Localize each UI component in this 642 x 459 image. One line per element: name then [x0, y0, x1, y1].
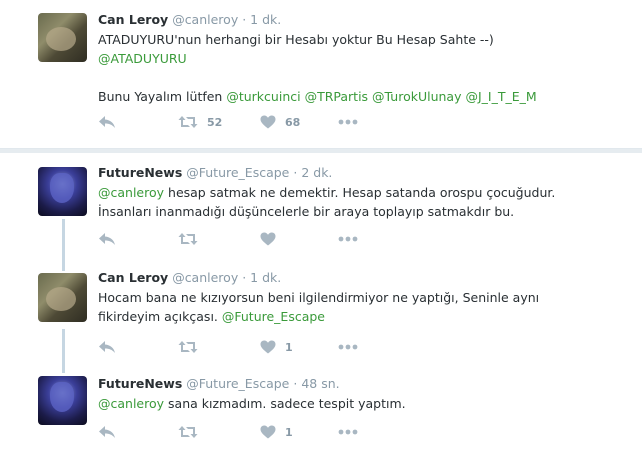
tweet-text-line: Bunu Yayalım lütfen — [98, 89, 223, 104]
more-button[interactable] — [338, 424, 358, 440]
more-button[interactable] — [338, 339, 358, 355]
mention-link[interactable]: @TRPartis — [305, 89, 368, 104]
like-button[interactable]: 68 — [260, 114, 300, 130]
like-icon — [260, 340, 276, 354]
retweet-button[interactable]: 52 — [178, 114, 222, 130]
reply-button[interactable] — [98, 231, 116, 247]
tweet-header: Can Leroy @canleroy · 1 dk. — [98, 270, 622, 286]
timestamp[interactable]: 48 sn. — [301, 376, 339, 391]
separator-dot: · — [242, 270, 247, 285]
tweet-text: @canleroy hesap satmak ne demektir. Hesa… — [98, 183, 622, 221]
conversation-card: FutureNews @Future_Escape · 2 dk. @canle… — [0, 153, 642, 459]
mention-link[interactable]: @Future_Escape — [222, 309, 325, 324]
thread-line — [62, 329, 65, 373]
retweet-button[interactable] — [178, 424, 198, 440]
more-icon — [338, 429, 358, 435]
mention-link[interactable]: @ATADUYURU — [98, 51, 187, 66]
retweet-icon — [178, 426, 198, 438]
tweet-text: Hocam bana ne kızıyorsun beni ilgilendir… — [98, 288, 622, 326]
tweet-text-line: Hocam bana ne kızıyorsun beni ilgilendir… — [98, 290, 540, 305]
tweet-text-line: hesap satmak ne demektir. Hesap satanda … — [168, 185, 556, 200]
mention-link[interactable]: @TurokUlunay — [372, 89, 461, 104]
display-name[interactable]: FutureNews — [98, 165, 182, 180]
more-button[interactable] — [338, 114, 358, 130]
retweet-icon — [178, 341, 198, 353]
reply-button[interactable] — [98, 339, 116, 355]
avatar[interactable] — [38, 273, 87, 322]
timestamp[interactable]: 1 dk. — [250, 12, 281, 27]
like-count: 1 — [285, 340, 293, 354]
like-count: 68 — [285, 115, 301, 129]
like-button[interactable]: 1 — [260, 339, 293, 355]
tweet-text: @canleroy sana kızmadım. sadece tespit y… — [98, 394, 622, 413]
retweet-count: 52 — [207, 115, 223, 129]
tweet-header: FutureNews @Future_Escape · 48 sn. — [98, 376, 622, 392]
reply-button[interactable] — [98, 114, 116, 130]
tweet-text-line: İnsanları inanmadığı düşüncelerle bir ar… — [98, 204, 515, 219]
more-icon — [338, 119, 358, 125]
like-icon — [260, 232, 276, 246]
timestamp[interactable]: 1 dk. — [250, 270, 281, 285]
avatar[interactable] — [38, 13, 87, 62]
timestamp[interactable]: 2 dk. — [301, 165, 332, 180]
tweet-text-line: ATADUYURU'nun herhangi bir Hesabı yoktur… — [98, 32, 494, 47]
like-icon — [260, 115, 276, 129]
retweet-icon — [178, 116, 198, 128]
tweet-text-line: fikirdeyim açıkçası. — [98, 309, 218, 324]
reply-icon — [99, 116, 115, 128]
mention-link[interactable]: @canleroy — [98, 185, 164, 200]
retweet-button[interactable] — [178, 339, 198, 355]
display-name[interactable]: Can Leroy — [98, 12, 168, 27]
mention-link[interactable]: @J_I_T_E_M — [465, 89, 536, 104]
separator-dot: · — [293, 376, 298, 391]
tweet-card-1: Can Leroy @canleroy · 1 dk. ATADUYURU'nu… — [0, 0, 642, 149]
like-count: 1 — [285, 425, 293, 439]
tweet-header: FutureNews @Future_Escape · 2 dk. — [98, 165, 622, 181]
separator-dot: · — [293, 165, 298, 180]
avatar[interactable] — [38, 376, 87, 425]
reply-icon — [99, 341, 115, 353]
tweet-text: ATADUYURU'nun herhangi bir Hesabı yoktur… — [98, 30, 622, 106]
screen-name[interactable]: @canleroy — [172, 270, 238, 285]
avatar[interactable] — [38, 167, 87, 216]
tweet-header: Can Leroy @canleroy · 1 dk. — [98, 12, 622, 28]
thread-line — [62, 219, 65, 271]
mention-link[interactable]: @canleroy — [98, 396, 164, 411]
more-icon — [338, 344, 358, 350]
like-icon — [260, 425, 276, 439]
screen-name[interactable]: @Future_Escape — [186, 376, 289, 391]
like-button[interactable]: 1 — [260, 424, 293, 440]
reply-button[interactable] — [98, 424, 116, 440]
screen-name[interactable]: @Future_Escape — [186, 165, 289, 180]
screen-name[interactable]: @canleroy — [172, 12, 238, 27]
display-name[interactable]: FutureNews — [98, 376, 182, 391]
tweet-text-line: sana kızmadım. sadece tespit yaptım. — [168, 396, 406, 411]
separator-dot: · — [242, 12, 247, 27]
more-button[interactable] — [338, 231, 358, 247]
reply-icon — [99, 233, 115, 245]
like-button[interactable] — [260, 231, 276, 247]
more-icon — [338, 236, 358, 242]
mention-link[interactable]: @turkcuinci — [226, 89, 300, 104]
retweet-icon — [178, 233, 198, 245]
retweet-button[interactable] — [178, 231, 198, 247]
reply-icon — [99, 426, 115, 438]
display-name[interactable]: Can Leroy — [98, 270, 168, 285]
